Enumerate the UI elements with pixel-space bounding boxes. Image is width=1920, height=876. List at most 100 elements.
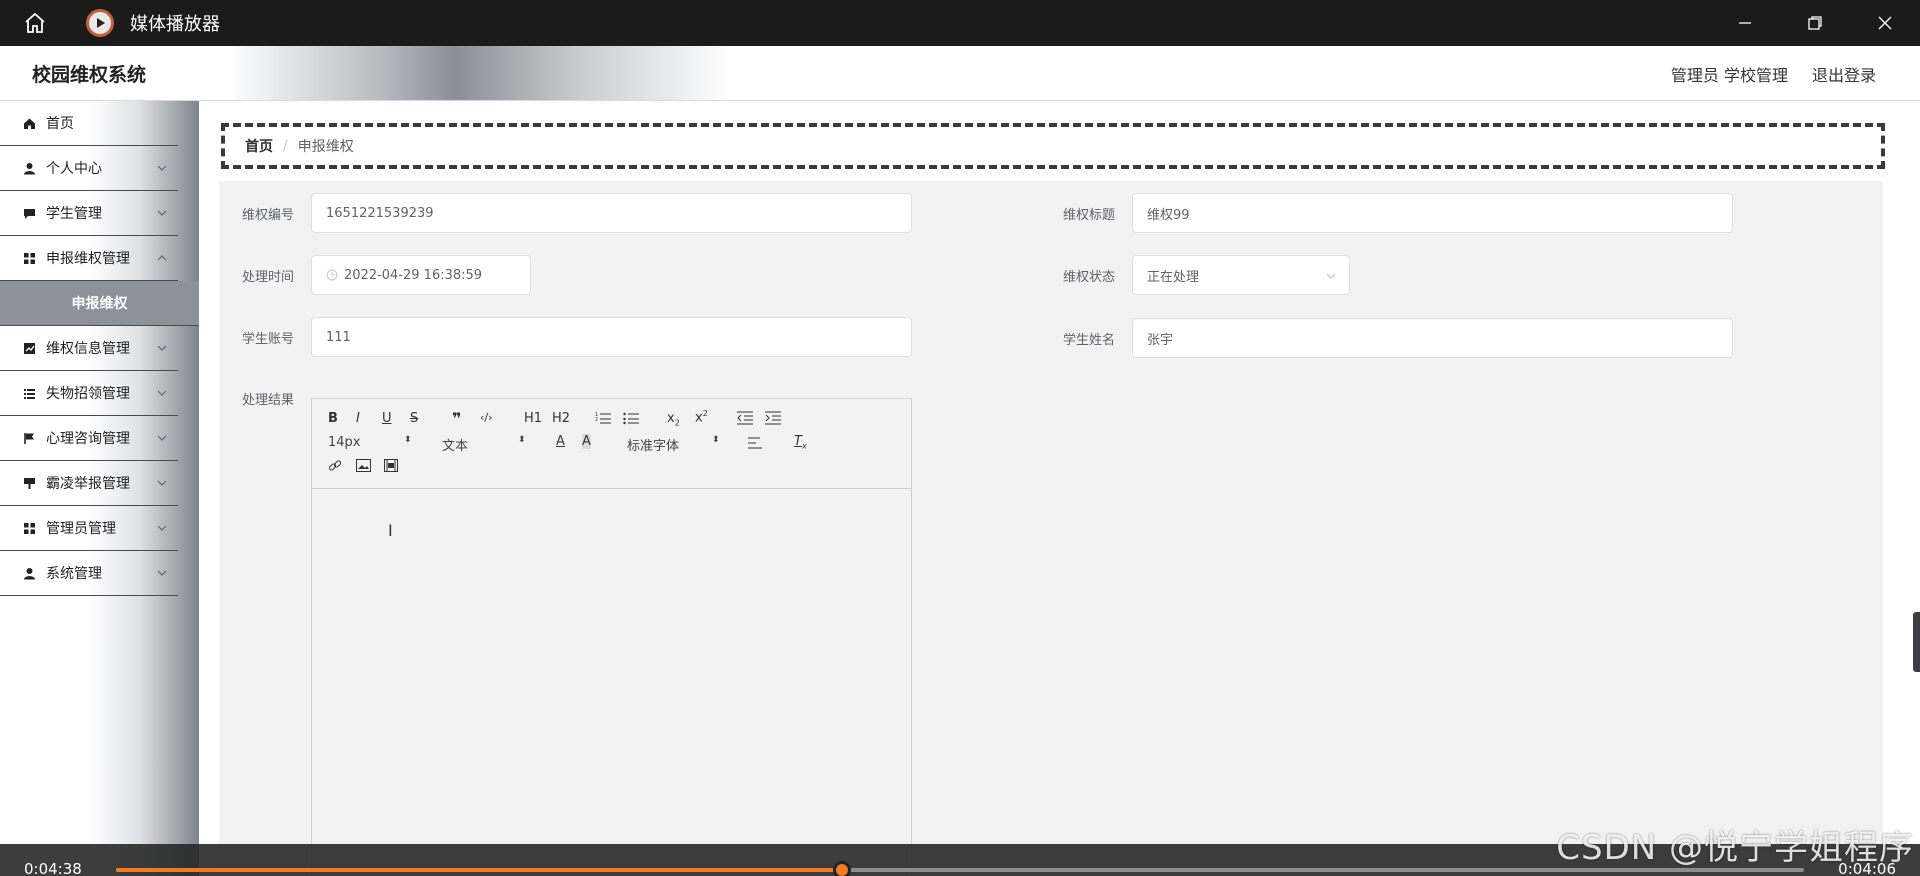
strike-button[interactable]: S xyxy=(410,411,418,426)
sidebar-item-report-management[interactable]: 申报维权管理 xyxy=(0,236,178,281)
rights-id-input[interactable]: 1651221539239 xyxy=(311,193,912,233)
sidebar: 首页 个人中心 学生管理 申报维权管理 申报维权 维权信息管理 失物招领管理 心… xyxy=(0,101,199,876)
sign-icon xyxy=(22,476,36,490)
sidebar-item-system[interactable]: 系统管理 xyxy=(0,551,178,596)
list-icon xyxy=(22,386,36,400)
indent-icon[interactable] xyxy=(765,411,781,425)
chevron-down-icon xyxy=(157,390,167,396)
logout-link[interactable]: 退出登录 xyxy=(1812,62,1876,86)
chevron-down-icon xyxy=(157,480,167,486)
clock-icon xyxy=(326,269,338,281)
student-account-input[interactable]: 111 xyxy=(311,317,912,357)
student-name-input[interactable]: 张宇 xyxy=(1132,318,1733,358)
bullet-list-icon[interactable] xyxy=(623,411,639,425)
window-controls xyxy=(1710,0,1920,46)
grid-icon xyxy=(22,251,36,265)
user-icon xyxy=(22,566,36,580)
select-caret-icon: ⬍ xyxy=(712,435,720,445)
current-time: 0:04:38 xyxy=(24,860,82,876)
minimize-icon xyxy=(1739,22,1751,24)
close-button[interactable] xyxy=(1850,0,1920,46)
ordered-list-icon[interactable]: 12 xyxy=(595,411,611,425)
home-icon xyxy=(22,116,36,130)
font-size-select[interactable]: 14px xyxy=(328,435,361,450)
sidebar-item-counseling[interactable]: 心理咨询管理 xyxy=(0,416,178,461)
italic-button[interactable]: I xyxy=(356,411,360,426)
restore-icon xyxy=(1808,16,1822,30)
image-icon[interactable] xyxy=(356,459,371,472)
subscript-button[interactable]: x2 xyxy=(667,411,680,428)
result-editor: B I U S ❞ ‹/› H1 H2 12 x2 x2 14px ⬍ 文本 ⬍… xyxy=(311,398,912,876)
chevron-down-icon xyxy=(157,435,167,441)
bold-button[interactable]: B xyxy=(328,411,338,426)
breadcrumb-separator: / xyxy=(283,138,288,154)
close-icon xyxy=(1878,16,1892,30)
media-player-icon xyxy=(86,9,114,37)
rights-status-select[interactable]: 正在处理 xyxy=(1132,255,1350,295)
home-button[interactable] xyxy=(0,0,70,46)
text-cursor-icon: I xyxy=(388,521,393,540)
breadcrumb: 首页 / 申报维权 xyxy=(221,123,1885,169)
sidebar-item-home[interactable]: 首页 xyxy=(0,101,178,146)
clear-format-button[interactable]: Tx xyxy=(794,434,807,451)
sidebar-item-admins[interactable]: 管理员管理 xyxy=(0,506,178,551)
sidebar-item-profile[interactable]: 个人中心 xyxy=(0,146,178,191)
sidebar-item-rights-info[interactable]: 维权信息管理 xyxy=(0,326,178,371)
process-time-value: 2022-04-29 16:38:59 xyxy=(344,267,483,283)
chat-icon xyxy=(22,206,36,220)
home-icon xyxy=(25,12,45,33)
chevron-down-icon xyxy=(157,345,167,351)
chevron-down-icon xyxy=(157,255,167,261)
sidebar-item-report[interactable]: 申报维权 xyxy=(0,281,199,326)
chevron-down-icon xyxy=(1326,273,1336,279)
svg-text:2: 2 xyxy=(595,417,598,423)
result-label: 处理结果 xyxy=(242,393,295,408)
restore-button[interactable] xyxy=(1780,0,1850,46)
editor-toolbar: B I U S ❞ ‹/› H1 H2 12 x2 x2 14px ⬍ 文本 ⬍… xyxy=(312,399,911,489)
font-color-button[interactable]: A xyxy=(556,434,565,449)
process-time-picker[interactable]: 2022-04-29 16:38:59 xyxy=(311,255,531,295)
underline-button[interactable]: U xyxy=(382,411,392,426)
blockquote-button[interactable]: ❞ xyxy=(452,409,461,428)
align-left-icon[interactable] xyxy=(748,437,764,449)
student-account-label: 学生账号 xyxy=(242,332,295,347)
user-icon xyxy=(22,161,36,175)
chevron-down-icon xyxy=(157,525,167,531)
seek-handle[interactable] xyxy=(832,861,851,876)
player-titlebar: 媒体播放器 xyxy=(0,0,1920,46)
chevron-down-icon xyxy=(157,210,167,216)
format-select[interactable]: 文本 xyxy=(442,435,468,454)
player-title: 媒体播放器 xyxy=(130,14,220,35)
code-button[interactable]: ‹/› xyxy=(480,411,493,424)
student-name-label: 学生姓名 xyxy=(1063,333,1116,348)
link-icon[interactable] xyxy=(328,459,342,473)
font-family-select[interactable]: 标准字体 xyxy=(627,435,679,454)
chevron-down-icon xyxy=(157,570,167,576)
current-user: 管理员 学校管理 xyxy=(1670,66,1788,85)
select-caret-icon: ⬍ xyxy=(518,435,526,445)
sidebar-item-students[interactable]: 学生管理 xyxy=(0,191,178,236)
rights-title-input[interactable]: 维权99 xyxy=(1132,193,1733,233)
app-header: 校园维权系统 管理员 学校管理 退出登录 xyxy=(0,46,1920,101)
rights-title-label: 维权标题 xyxy=(1063,208,1116,223)
minimize-button[interactable] xyxy=(1710,0,1780,46)
background-color-button[interactable]: A xyxy=(582,434,591,449)
breadcrumb-home[interactable]: 首页 xyxy=(245,136,273,156)
side-panel-handle[interactable] xyxy=(1913,612,1920,672)
h2-button[interactable]: H2 xyxy=(552,411,570,426)
sidebar-item-lost-found[interactable]: 失物招领管理 xyxy=(0,371,178,416)
h1-button[interactable]: H1 xyxy=(524,411,542,426)
rights-id-label: 维权编号 xyxy=(242,208,295,223)
superscript-button[interactable]: x2 xyxy=(695,409,708,425)
editor-content-area[interactable]: I xyxy=(312,489,911,876)
select-caret-icon: ⬍ xyxy=(404,435,412,445)
rights-status-value: 正在处理 xyxy=(1147,269,1200,285)
breadcrumb-current: 申报维权 xyxy=(297,139,354,155)
grid-icon xyxy=(22,521,36,535)
video-icon[interactable] xyxy=(384,459,398,472)
seek-bar[interactable] xyxy=(116,861,1804,876)
sidebar-item-bullying-report[interactable]: 霸凌举报管理 xyxy=(0,461,178,506)
app-brand: 校园维权系统 xyxy=(32,64,147,86)
seek-bar-fill xyxy=(116,868,842,872)
outdent-icon[interactable] xyxy=(737,411,753,425)
